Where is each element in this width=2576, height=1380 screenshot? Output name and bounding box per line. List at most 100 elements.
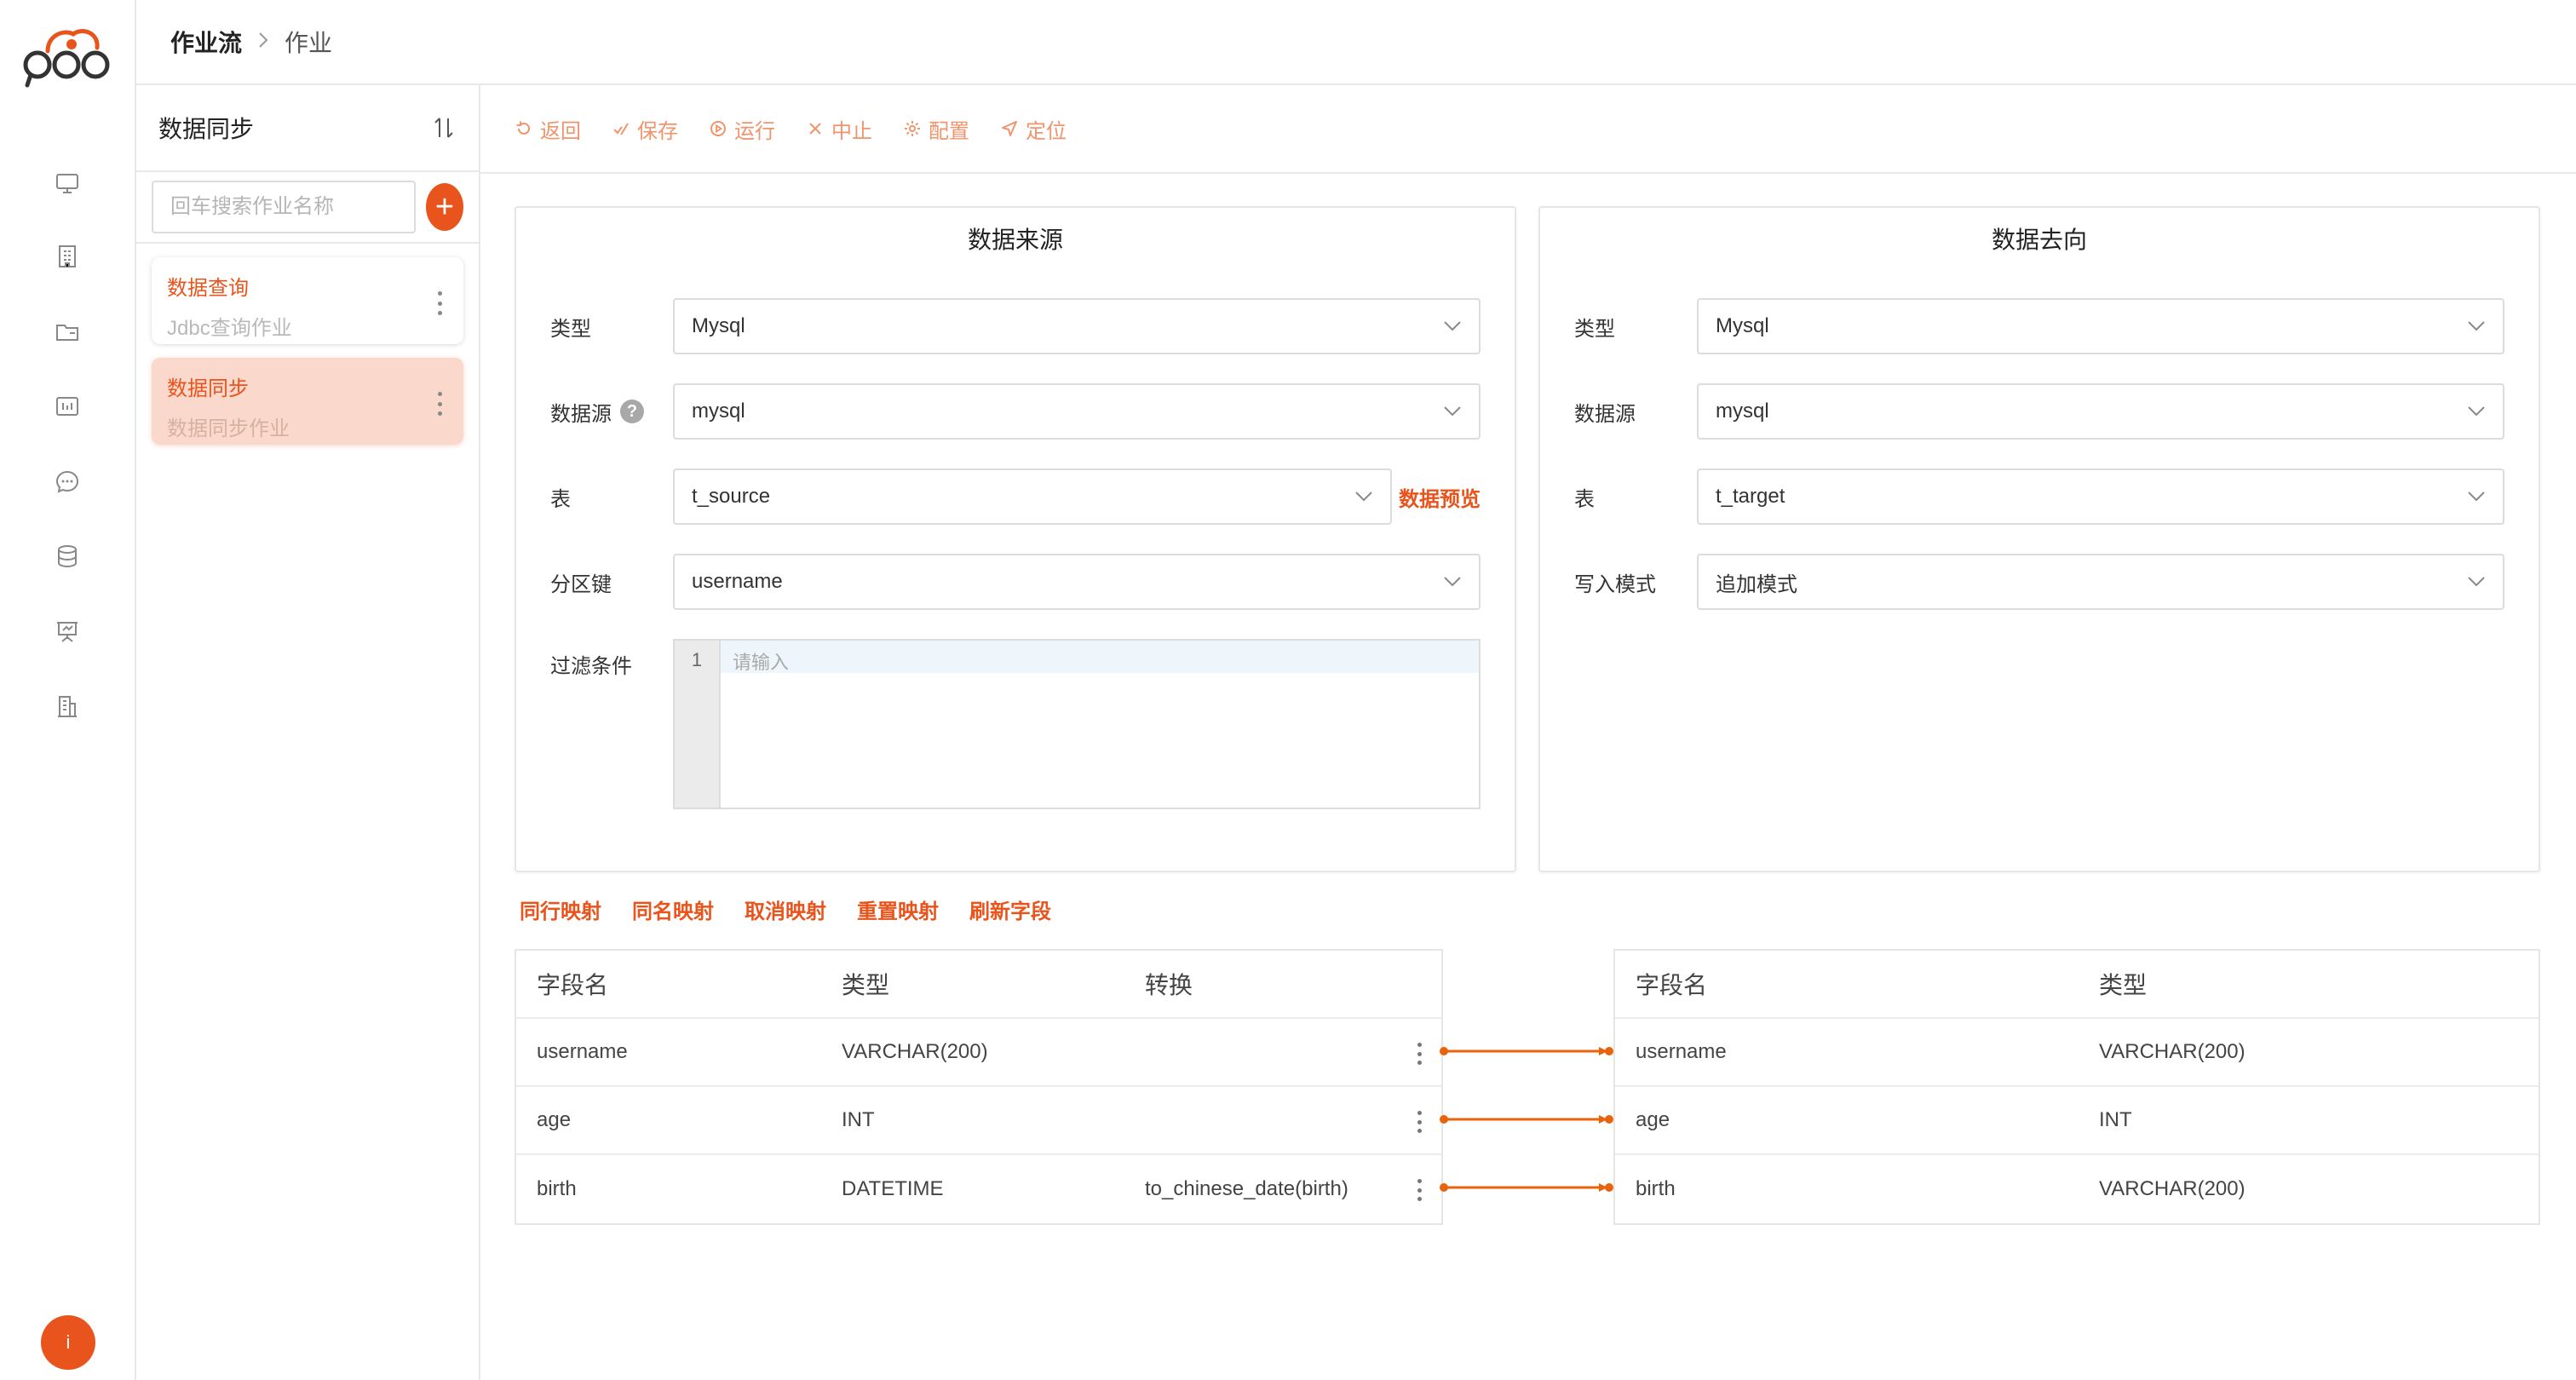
field-transform: to_chinese_date(birth) — [1145, 1177, 1348, 1200]
field-type: VARCHAR(200) — [2099, 1177, 2245, 1200]
office-icon[interactable] — [53, 692, 82, 721]
more-vertical-icon[interactable] — [438, 392, 443, 416]
save-button[interactable]: 保存 — [612, 114, 678, 144]
job-search-bar: + — [136, 172, 479, 244]
target-type-row: 类型 Mysql — [1574, 298, 2504, 354]
target-table-value: t_target — [1716, 485, 1785, 508]
field-type: INT — [842, 1108, 875, 1131]
source-fields-table: 字段名 类型 转换 username VARCHAR(200) age INT … — [515, 949, 1443, 1225]
filter-code-editor[interactable]: 1 请输入 — [673, 639, 1481, 809]
mapping-link-username[interactable] — [1439, 1045, 1614, 1057]
table-row[interactable]: username VARCHAR(200) — [1615, 1019, 2539, 1087]
source-type-value: Mysql — [692, 314, 745, 337]
data-preview-link[interactable]: 数据预览 — [1399, 482, 1481, 512]
more-vertical-icon[interactable] — [1417, 1111, 1423, 1133]
target-write-mode-select[interactable]: 追加模式 — [1697, 554, 2504, 610]
source-table-select[interactable]: t_source — [673, 469, 1392, 525]
job-card-query[interactable]: 数据查询 Jdbc查询作业 — [152, 257, 463, 344]
reset-mapping-button[interactable]: 重置映射 — [857, 894, 939, 924]
breadcrumb-workflow[interactable]: 作业流 — [170, 25, 242, 59]
table-row[interactable]: birth VARCHAR(200) — [1615, 1155, 2539, 1223]
field-type: VARCHAR(200) — [2099, 1040, 2245, 1063]
more-vertical-icon[interactable] — [1417, 1043, 1423, 1065]
table-row[interactable]: age INT — [516, 1087, 1441, 1155]
source-datasource-select[interactable]: mysql — [673, 383, 1481, 440]
code-area[interactable]: 请输入 — [721, 641, 1479, 808]
source-filter-row: 过滤条件 1 请输入 — [550, 639, 1481, 809]
target-datasource-select[interactable]: mysql — [1697, 383, 2504, 440]
table-row[interactable]: username VARCHAR(200) — [516, 1019, 1441, 1087]
target-fields-table: 字段名 类型 username VARCHAR(200) age INT bir… — [1613, 949, 2540, 1225]
target-type-select[interactable]: Mysql — [1697, 298, 2504, 354]
map-by-name-button[interactable]: 同名映射 — [632, 894, 714, 924]
folder-icon[interactable] — [53, 317, 82, 346]
sort-icon[interactable] — [429, 113, 458, 142]
chevron-down-icon — [2468, 406, 2485, 417]
map-by-row-button[interactable]: 同行映射 — [520, 894, 601, 924]
source-filter-label: 过滤条件 — [550, 655, 632, 678]
more-vertical-icon[interactable] — [1417, 1179, 1423, 1201]
source-type-label: 类型 — [550, 317, 591, 341]
stop-button[interactable]: 中止 — [806, 114, 872, 144]
locate-label: 定位 — [1026, 119, 1067, 143]
target-write-mode-value: 追加模式 — [1716, 572, 1797, 596]
source-partition-value: username — [692, 570, 783, 593]
source-datasource-label-text: 数据源 — [550, 402, 612, 426]
target-panel-title: 数据去向 — [1991, 227, 2087, 253]
chevron-down-icon — [2468, 492, 2485, 502]
table-row[interactable]: age INT — [1615, 1087, 2539, 1155]
job-toolbar: 返回 保存 运行 中止 配置 定位 — [480, 85, 2576, 174]
job-desc: 数据同步作业 — [167, 417, 290, 440]
config-label: 配置 — [929, 119, 969, 143]
mapping-link-age[interactable] — [1439, 1113, 1614, 1125]
chat-icon[interactable] — [53, 467, 82, 496]
run-button[interactable]: 运行 — [709, 114, 775, 144]
breadcrumb-current: 作业 — [285, 30, 333, 56]
cancel-mapping-button[interactable]: 取消映射 — [745, 894, 826, 924]
source-table-label: 表 — [550, 487, 571, 511]
more-vertical-icon[interactable] — [438, 291, 443, 315]
add-job-button[interactable]: + — [426, 183, 463, 231]
source-panel: 数据来源 类型 Mysql 数据源 ? mysql 表 t_source 数据预… — [515, 206, 1516, 872]
locate-button[interactable]: 定位 — [1000, 114, 1067, 144]
line-number: 1 — [675, 641, 721, 808]
chevron-down-icon — [1444, 406, 1461, 417]
zhiqingyun-logo[interactable] — [22, 26, 112, 90]
database-icon[interactable] — [53, 542, 82, 571]
presentation-icon[interactable] — [53, 617, 82, 646]
back-label: 返回 — [540, 119, 581, 143]
field-name: age — [537, 1108, 572, 1131]
chevron-down-icon — [1444, 577, 1461, 587]
source-type-row: 类型 Mysql — [550, 298, 1481, 354]
refresh-fields-button[interactable]: 刷新字段 — [969, 894, 1051, 924]
refresh-icon — [516, 121, 530, 135]
source-panel-title: 数据来源 — [967, 227, 1063, 253]
source-datasource-row: 数据源 ? mysql — [550, 383, 1481, 440]
target-type-value: Mysql — [1716, 314, 1769, 337]
job-search-input[interactable] — [152, 181, 416, 233]
field-type: DATETIME — [842, 1177, 944, 1200]
job-list-header: 数据同步 — [136, 85, 479, 172]
source-datasource-label: 数据源 ? — [550, 397, 673, 427]
source-type-select[interactable]: Mysql — [673, 298, 1481, 354]
job-card-sync[interactable]: 数据同步 数据同步作业 — [152, 358, 463, 445]
source-partition-select[interactable]: username — [673, 554, 1481, 610]
left-nav-rail: i — [0, 0, 136, 1380]
target-table-select[interactable]: t_target — [1697, 469, 2504, 525]
building-icon[interactable] — [53, 242, 82, 271]
target-datasource-value: mysql — [1716, 400, 1769, 423]
table-row[interactable]: birth DATETIME to_chinese_date(birth) — [516, 1155, 1441, 1223]
dashboard-icon[interactable] — [53, 392, 82, 421]
help-icon[interactable]: ? — [620, 400, 644, 423]
table-header: 字段名 类型 转换 — [516, 951, 1441, 1019]
monitor-icon[interactable] — [53, 169, 82, 198]
user-avatar[interactable]: i — [41, 1315, 95, 1370]
target-datasource-label: 数据源 — [1574, 402, 1636, 426]
job-name: 数据查询 — [167, 277, 249, 300]
back-button[interactable]: 返回 — [515, 114, 581, 144]
config-button[interactable]: 配置 — [903, 114, 969, 144]
gear-icon — [905, 121, 920, 136]
source-partition-row: 分区键 username — [550, 554, 1481, 610]
mapping-link-birth[interactable] — [1439, 1182, 1614, 1193]
target-table-row: 表 t_target — [1574, 469, 2504, 525]
